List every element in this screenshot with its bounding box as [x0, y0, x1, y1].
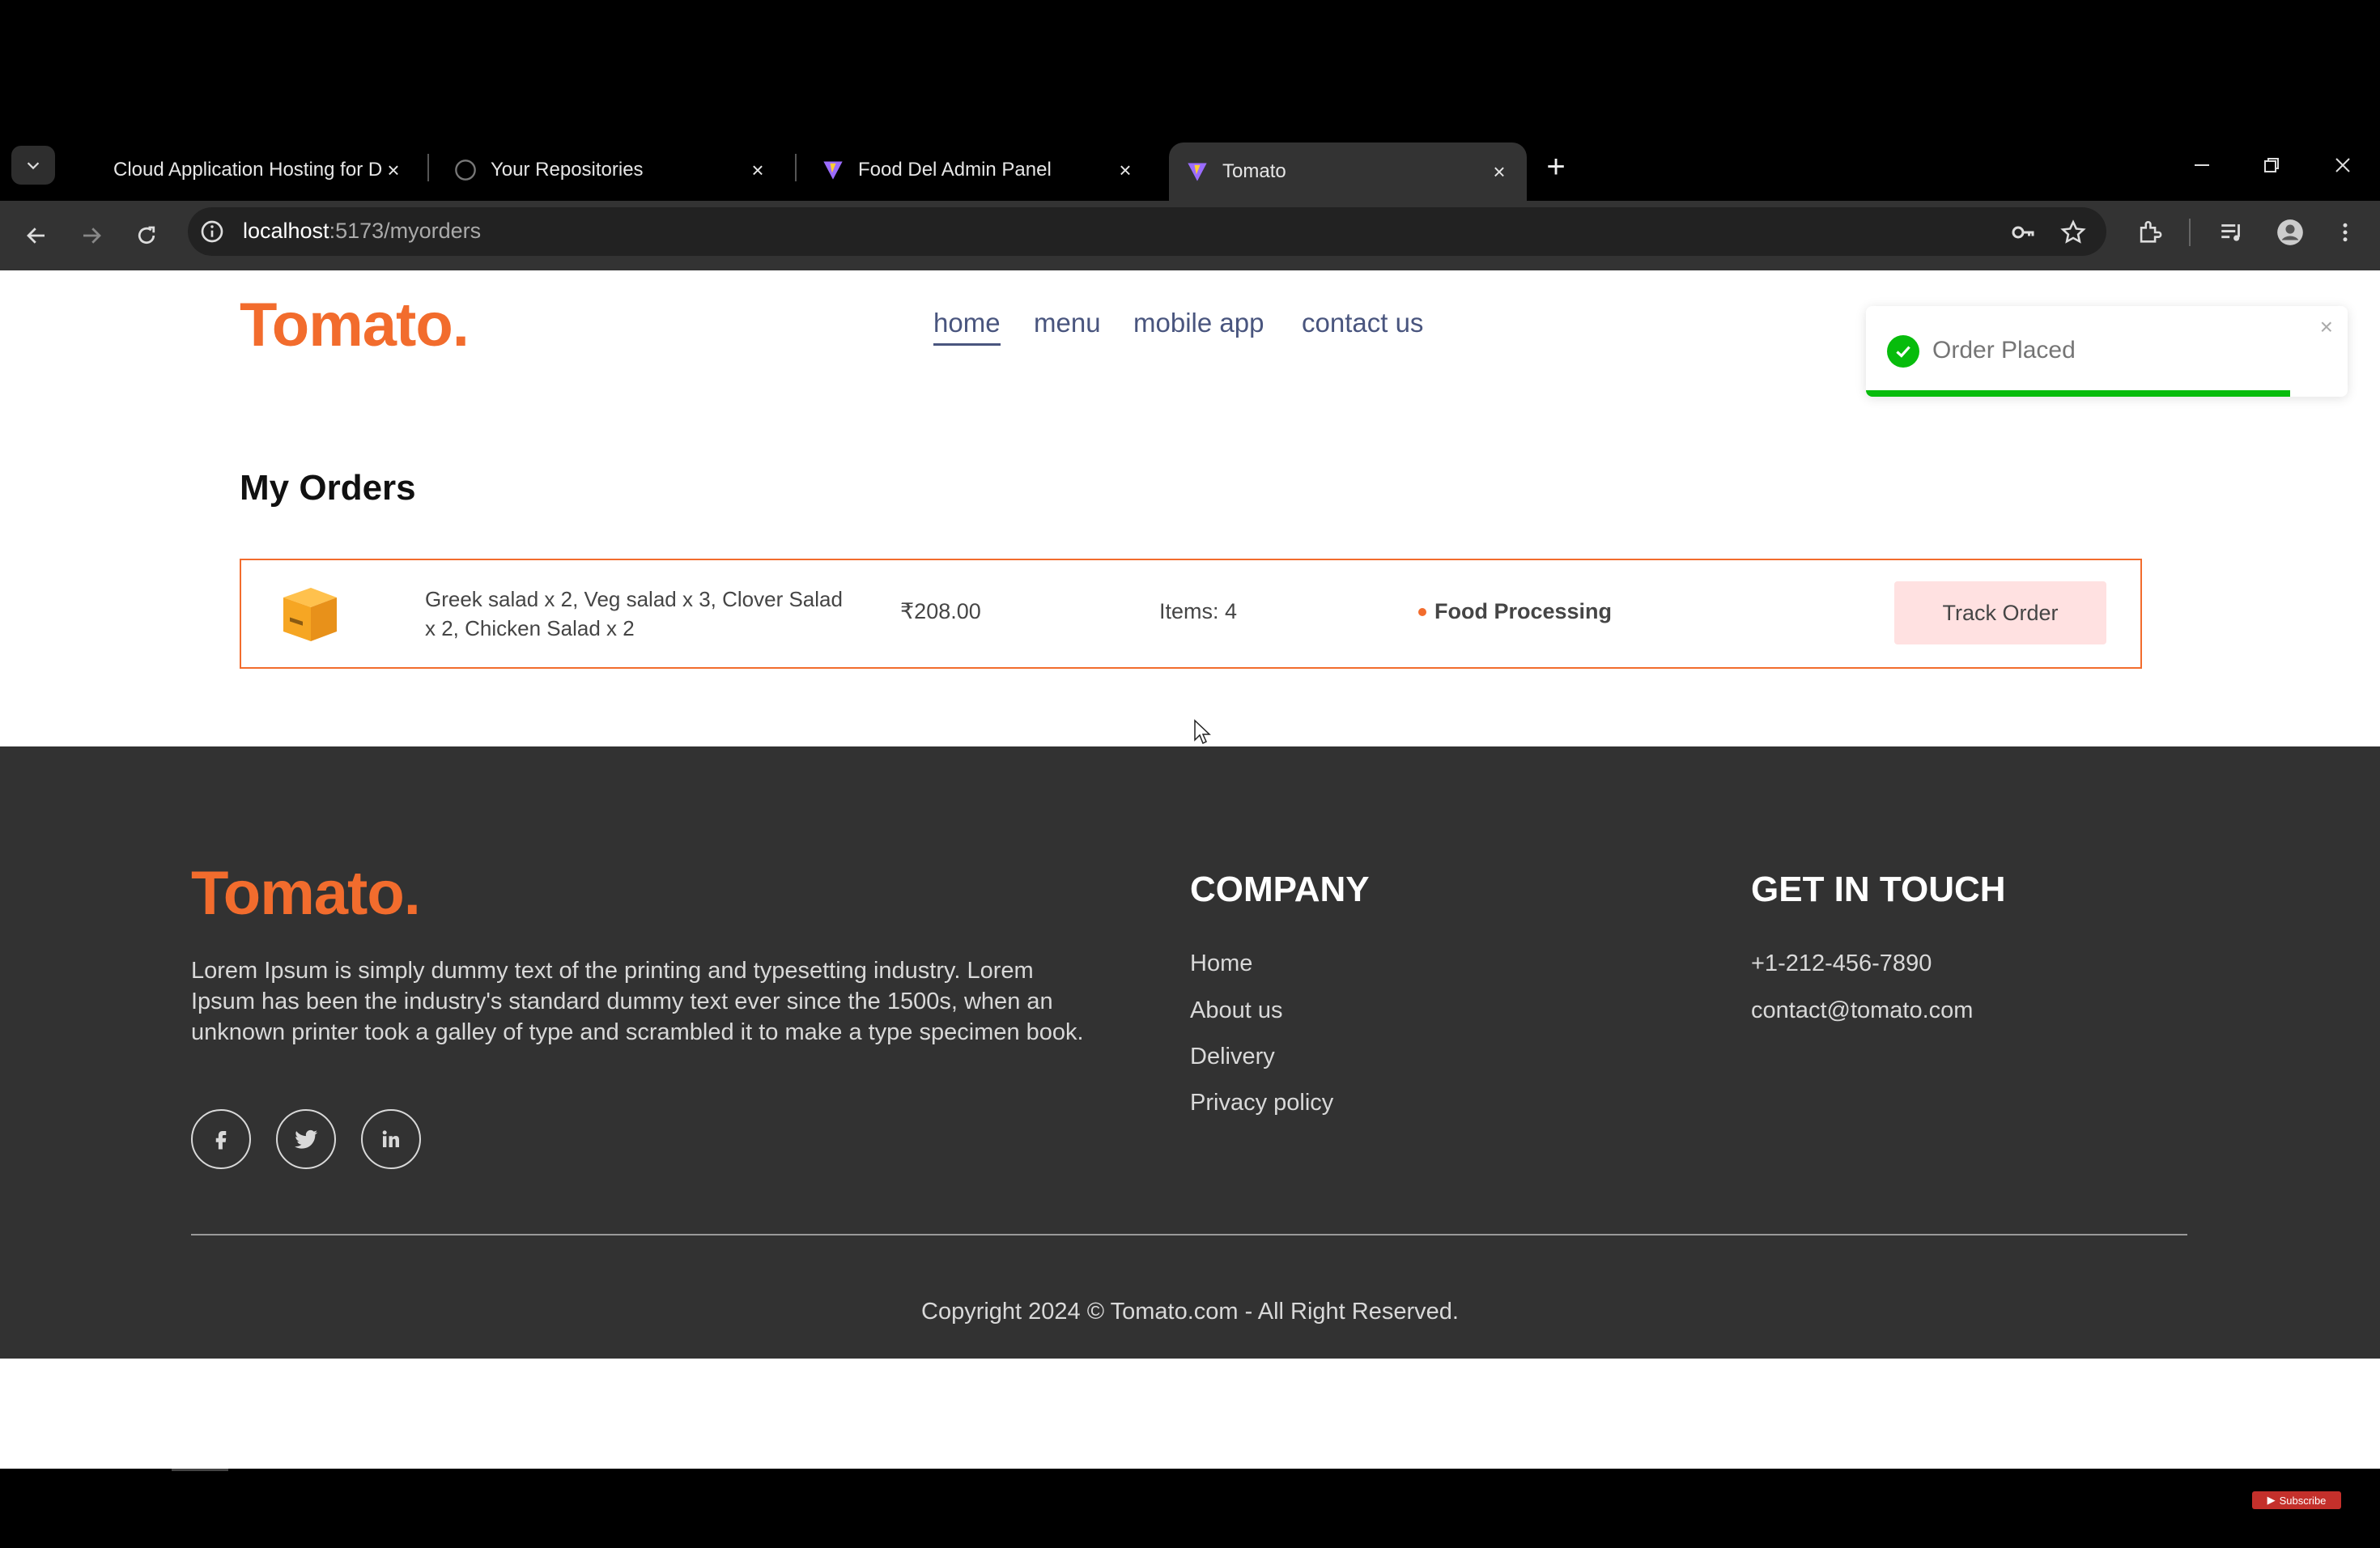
bookmark-star-icon[interactable] [2053, 212, 2093, 253]
footer-divider [191, 1234, 2187, 1235]
site-info-icon[interactable] [199, 219, 227, 246]
tab-title: Tomato [1222, 160, 1286, 182]
play-icon: ▶ [2267, 1494, 2276, 1506]
order-item-count: Items: 4 [1159, 599, 1238, 623]
footer-description: Lorem Ipsum is simply dummy text of the … [191, 958, 1084, 1045]
tab-title: Your Repositories [491, 159, 644, 181]
forward-button[interactable] [71, 215, 112, 256]
site-logo[interactable]: Tomato. [240, 290, 470, 360]
facebook-icon[interactable] [191, 1109, 251, 1169]
back-button[interactable] [16, 215, 57, 256]
tab-title: Cloud Application Hosting for D [113, 159, 382, 181]
extensions-icon[interactable] [2129, 212, 2170, 253]
reload-button[interactable] [126, 215, 167, 256]
chevron-down-icon [27, 162, 40, 170]
linkedin-icon[interactable] [361, 1109, 421, 1169]
tab-title: Food Del Admin Panel [858, 159, 1052, 181]
tab-tomato[interactable]: Tomato × [1169, 142, 1527, 201]
nav-contact-us[interactable]: contact us [1302, 308, 1423, 338]
order-status: Food Processing [1418, 599, 1612, 624]
toast-progress-bar [1866, 390, 2290, 397]
page-title: My Orders [240, 468, 416, 508]
footer-link-delivery[interactable]: Delivery [1190, 1044, 1275, 1070]
nav-home[interactable]: home [933, 308, 1001, 346]
media-control-icon[interactable] [2212, 212, 2252, 253]
order-items-summary: Greek salad x 2, Veg salad x 3, Clover S… [425, 587, 843, 640]
subscribe-badge[interactable]: ▶ Subscribe [2252, 1491, 2341, 1509]
close-icon[interactable]: × [2320, 314, 2333, 340]
minimize-button[interactable] [2178, 149, 2226, 181]
order-status-text: Food Processing [1434, 599, 1613, 623]
url-text[interactable]: localhost:5173/myorders [243, 219, 481, 244]
toolbar-separator [2189, 219, 2191, 246]
footer-link-privacy[interactable]: Privacy policy [1190, 1090, 1333, 1116]
url-path: :5173/myorders [329, 219, 482, 243]
track-order-button[interactable]: Track Order [1894, 581, 2106, 644]
tab-separator [427, 154, 429, 181]
footer-company-heading: COMPANY [1190, 870, 1370, 909]
restore-icon [2264, 158, 2279, 172]
order-amount: ₹208.00 [900, 599, 981, 623]
tab-your-repositories[interactable]: Your Repositories × [437, 144, 785, 196]
profile-avatar-icon[interactable] [2270, 212, 2310, 253]
tab-search-button[interactable] [11, 146, 55, 185]
nav-menu[interactable]: menu [1034, 308, 1101, 338]
close-icon[interactable]: × [382, 158, 405, 182]
vite-icon [1185, 159, 1209, 184]
status-dot-icon [1418, 607, 1426, 616]
toast-notification[interactable]: Order Placed × [1866, 306, 2348, 397]
footer-email[interactable]: contact@tomato.com [1751, 997, 1973, 1024]
subscribe-label: Subscribe [2279, 1494, 2327, 1507]
footer-copyright: Copyright 2024 © Tomato.com - All Right … [921, 1299, 1459, 1325]
footer-contact-heading: GET IN TOUCH [1751, 870, 2006, 909]
parcel-icon [278, 583, 342, 644]
arrow-left-icon [27, 228, 45, 244]
check-circle-icon [1887, 335, 1919, 368]
new-tab-button[interactable]: + [1538, 149, 1574, 185]
password-key-icon[interactable] [2003, 212, 2043, 253]
close-icon[interactable]: × [746, 158, 769, 182]
close-icon [2335, 158, 2350, 172]
reload-icon [138, 226, 155, 245]
arrow-right-icon [83, 228, 101, 244]
minimize-icon [2195, 164, 2209, 166]
close-icon[interactable]: × [1488, 159, 1511, 184]
url-host: localhost [243, 219, 329, 243]
twitter-icon[interactable] [276, 1109, 336, 1169]
close-icon[interactable]: × [1114, 158, 1137, 182]
toast-message: Order Placed [1932, 337, 2076, 364]
close-window-button[interactable] [2318, 149, 2367, 181]
footer-link-about[interactable]: About us [1190, 997, 1282, 1024]
tab-food-del-admin[interactable]: Food Del Admin Panel × [805, 144, 1153, 196]
restore-button[interactable] [2247, 149, 2296, 181]
github-icon [453, 158, 478, 182]
footer-link-home[interactable]: Home [1190, 950, 1252, 977]
scroll-indicator [172, 1469, 228, 1471]
vite-icon [821, 158, 845, 182]
tab-separator [795, 154, 797, 181]
tab-cloud-hosting[interactable]: Cloud Application Hosting for D × [97, 144, 421, 196]
plus-icon: + [1546, 148, 1566, 185]
footer-phone: +1-212-456-7890 [1751, 950, 1932, 976]
footer-logo: Tomato. [191, 859, 421, 928]
nav-mobile-app[interactable]: mobile app [1133, 308, 1264, 338]
kebab-menu-icon[interactable] [2325, 212, 2365, 253]
